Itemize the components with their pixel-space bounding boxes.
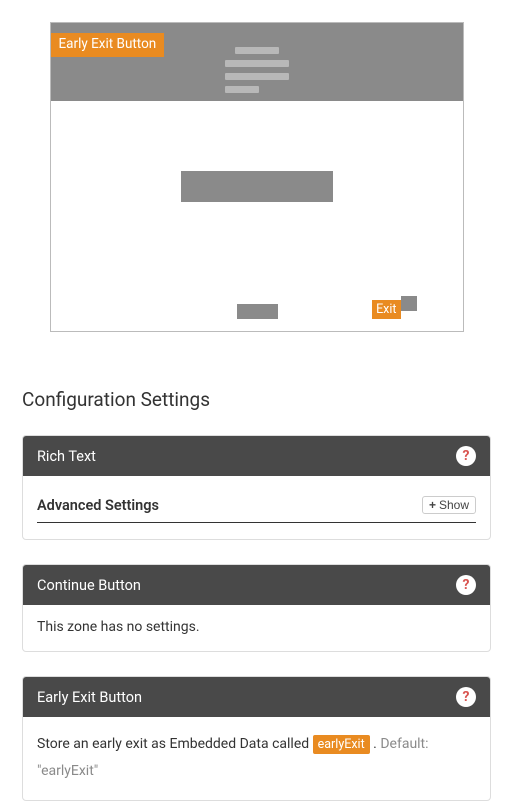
panel-title-rich-text: Rich Text [37, 448, 96, 465]
show-button-label: Show [439, 498, 469, 512]
embedded-data-field-name[interactable]: earlyExit [313, 735, 370, 754]
exit-button-placeholder: Exit [372, 300, 416, 319]
panel-rich-text: Rich Text ? Advanced Settings + Show [22, 435, 491, 540]
configuration-settings-heading: Configuration Settings [22, 388, 491, 411]
panel-title-continue: Continue Button [37, 577, 141, 594]
plus-icon: + [429, 499, 436, 511]
preview-body: Exit [51, 101, 463, 331]
screen-preview: Early Exit Button Exit [50, 22, 464, 332]
panel-continue-button: Continue Button ? This zone has no setti… [22, 564, 491, 652]
advanced-settings-row: Advanced Settings + Show [37, 490, 476, 523]
panel-early-exit: Early Exit Button ? Store an early exit … [22, 676, 491, 801]
help-icon[interactable]: ? [456, 446, 476, 466]
default-value: "earlyExit" [37, 763, 98, 779]
panel-head-rich-text: Rich Text ? [23, 436, 490, 476]
panel-head-continue: Continue Button ? [23, 565, 490, 605]
panel-title-early-exit: Early Exit Button [37, 689, 142, 706]
panel-body-early-exit: Store an early exit as Embedded Data cal… [23, 717, 490, 800]
continue-no-settings-text: This zone has no settings. [37, 619, 200, 635]
exit-grey-box [401, 296, 417, 311]
preview-header: Early Exit Button [51, 23, 463, 101]
advanced-settings-label: Advanced Settings [37, 497, 159, 514]
rich-text-placeholder [181, 171, 333, 202]
early-exit-label-chip: Early Exit Button [51, 33, 165, 57]
default-prefix: Default: [380, 736, 428, 752]
help-icon[interactable]: ? [456, 575, 476, 595]
early-exit-lead-text: Store an early exit as Embedded Data cal… [37, 736, 313, 752]
continue-button-placeholder [237, 304, 278, 319]
panel-body-rich-text: Advanced Settings + Show [23, 476, 490, 539]
panel-body-continue: This zone has no settings. [23, 605, 490, 651]
panel-head-early-exit: Early Exit Button ? [23, 677, 490, 717]
exit-chip: Exit [372, 300, 400, 319]
early-exit-label-text: Early Exit Button [59, 36, 157, 52]
help-icon[interactable]: ? [456, 687, 476, 707]
hamburger-icon [225, 47, 289, 93]
show-advanced-button[interactable]: + Show [422, 496, 476, 514]
